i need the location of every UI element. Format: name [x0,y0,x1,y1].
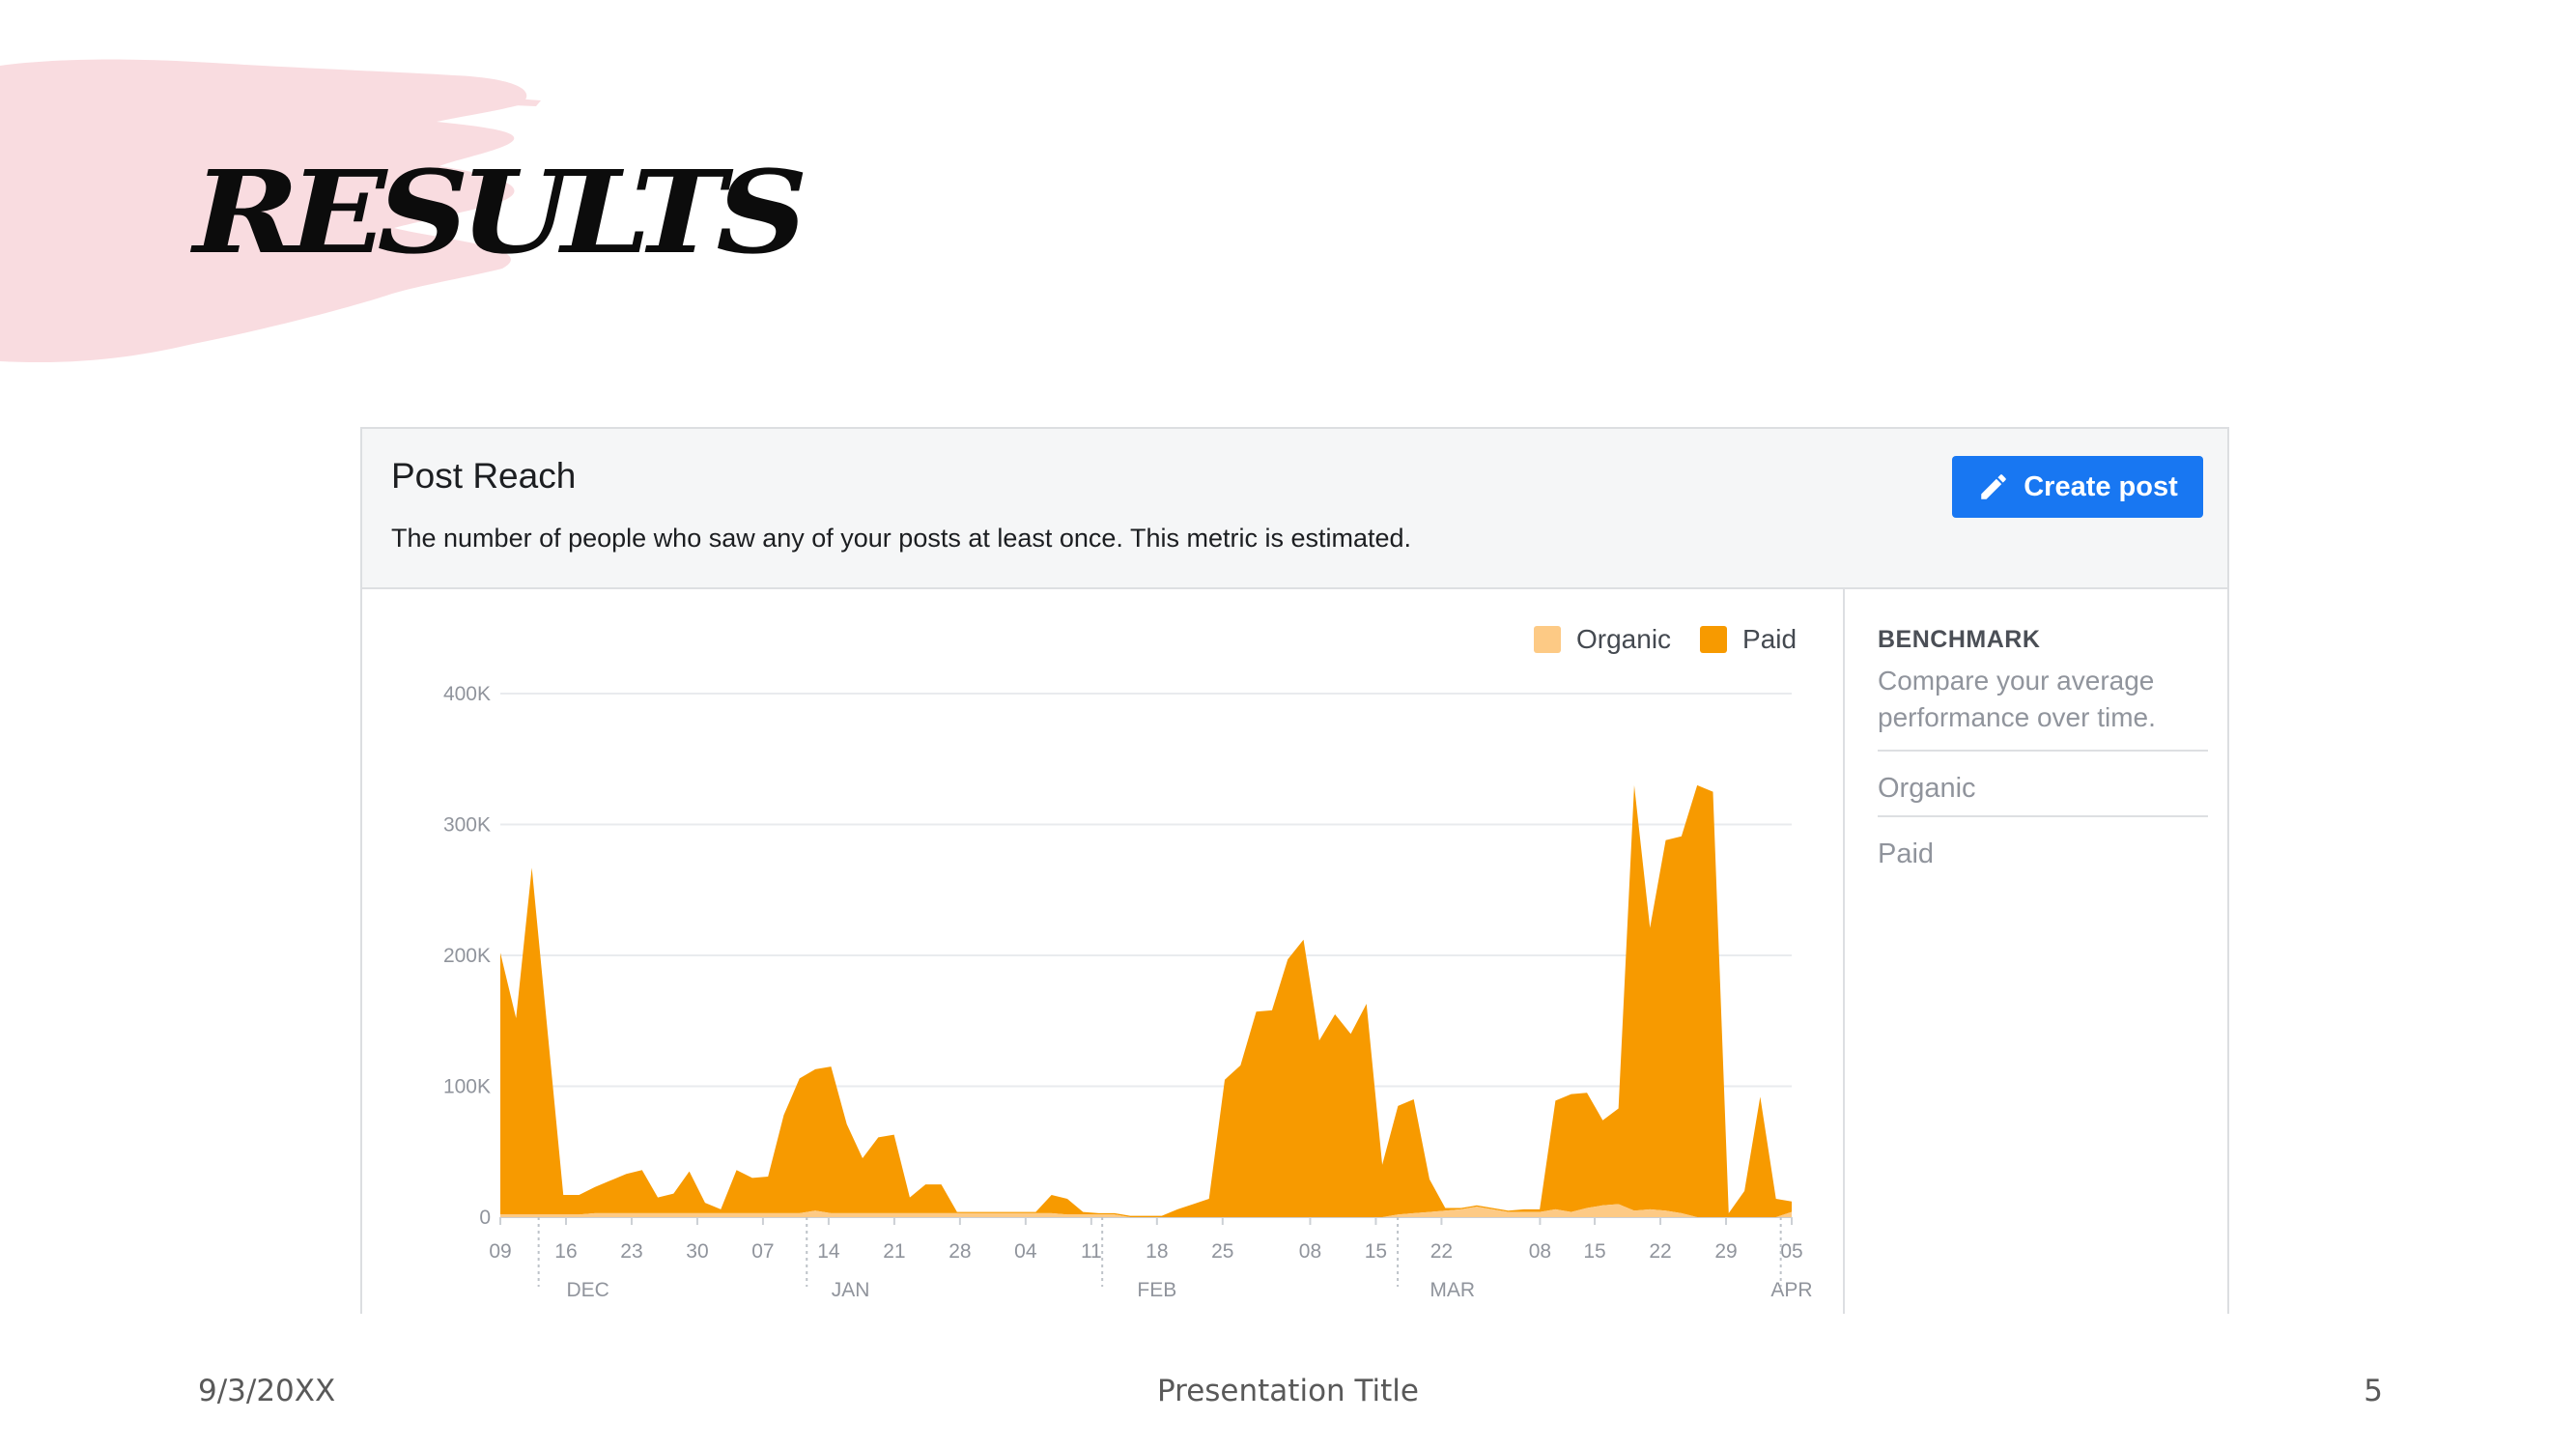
month-label: DEC [566,1279,609,1301]
x-tick-label: 09 [489,1240,511,1263]
x-tick-label: 22 [1649,1240,1671,1263]
x-tick-label: 16 [554,1240,577,1263]
benchmark-option-organic[interactable]: Organic [1878,773,1976,805]
x-tick-label: 14 [817,1240,840,1263]
legend-swatch-organic [1534,626,1561,653]
legend-item-organic[interactable]: Organic [1534,624,1671,655]
x-tick-label: 11 [1081,1240,1102,1263]
x-tick-label: 21 [883,1240,905,1263]
x-tick-label: 23 [620,1240,642,1263]
month-label: APR [1770,1279,1812,1301]
pencil-icon [1981,474,2006,499]
x-tick-label: 08 [1299,1240,1321,1263]
x-tick-label: 28 [948,1240,971,1263]
month-label: JAN [832,1279,870,1301]
x-tick-label: 08 [1529,1240,1551,1263]
create-post-button[interactable]: Create post [1952,456,2203,518]
benchmark-panel: BENCHMARK Compare your average performan… [1843,589,2227,1314]
chart-legend: Organic Paid [1534,624,1826,655]
x-tick-label: 05 [1780,1240,1802,1263]
x-tick-label: 22 [1430,1240,1453,1263]
month-label: FEB [1137,1279,1176,1301]
y-tick-label: 400K [443,683,491,705]
page-number: 5 [2364,1374,2383,1408]
create-post-label: Create post [2024,470,2178,502]
x-tick-label: 07 [751,1240,774,1263]
benchmark-divider [1878,750,2208,752]
benchmark-title: BENCHMARK [1878,626,2041,653]
y-tick-label: 200K [443,945,491,967]
card-header: Post Reach The number of people who saw … [362,429,2227,589]
y-tick-label: 100K [443,1076,491,1098]
post-reach-chart: 0 100K 200K 300K 400K 09 16 23 30 07 14 21 28 04 11 18 2… [443,683,1813,1301]
legend-label-paid: Paid [1742,624,1798,654]
month-label: MAR [1430,1279,1475,1301]
paid-area [500,784,1792,1217]
x-tick-label: 29 [1714,1240,1737,1263]
y-tick-label: 300K [443,814,491,837]
y-tick-label: 0 [479,1207,491,1229]
benchmark-divider [1878,815,2208,817]
x-tick-label: 04 [1014,1240,1037,1263]
legend-item-paid[interactable]: Paid [1700,624,1797,655]
chart-area: 0 100K 200K 300K 400K 09 16 23 30 07 14 21 28 04 11 18 2… [362,589,1843,1314]
card-title: Post Reach [391,456,577,496]
x-tick-label: 25 [1211,1240,1233,1263]
legend-label-organic: Organic [1576,624,1672,654]
x-tick-label: 15 [1365,1240,1387,1263]
post-reach-card: Post Reach The number of people who saw … [360,427,2229,1314]
benchmark-description: Compare your average performance over ti… [1878,666,2156,732]
x-tick-label: 15 [1583,1240,1605,1263]
benchmark-option-paid[interactable]: Paid [1878,838,1934,870]
footer-title: Presentation Title [1157,1374,1419,1408]
card-subtitle: The number of people who saw any of your… [391,524,1412,553]
x-tick-label: 18 [1146,1240,1168,1263]
slide-title: RESULTS [193,145,808,279]
x-tick-label: 30 [686,1240,708,1263]
legend-swatch-paid [1700,626,1728,653]
